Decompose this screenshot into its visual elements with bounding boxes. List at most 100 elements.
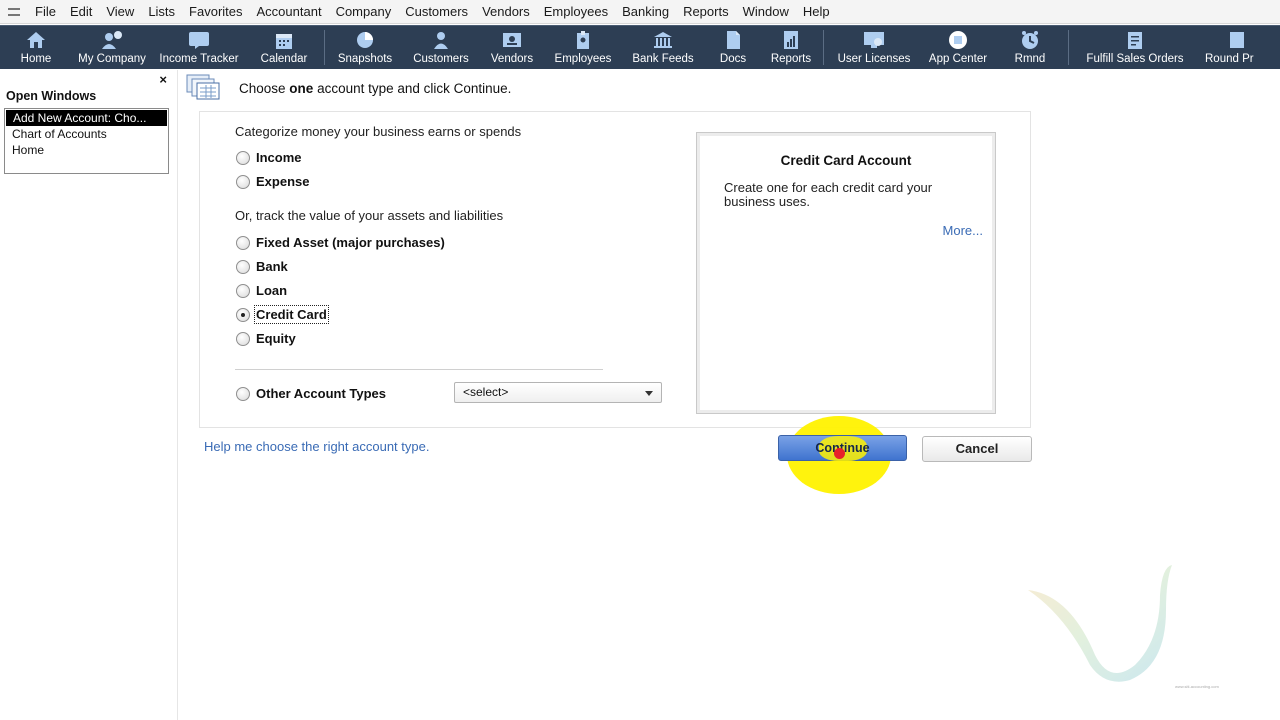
menu-employees[interactable]: Employees <box>537 0 615 24</box>
menu-edit[interactable]: Edit <box>63 0 99 24</box>
open-window-add-new-account[interactable]: Add New Account: Cho... <box>6 110 167 126</box>
dialog-instruction: Choose one account type and click Contin… <box>239 81 511 96</box>
more-link[interactable]: More... <box>943 223 983 238</box>
radio-expense-button[interactable] <box>236 174 250 189</box>
toolbar-home-button[interactable]: Home <box>0 26 72 69</box>
toolbar-bank-feeds-button[interactable]: Bank Feeds <box>621 26 705 69</box>
radio-loan[interactable]: Loan <box>236 283 287 298</box>
watermark-url: www.siti-accounting.com <box>1175 684 1219 689</box>
instruction-text-2: account type and click Continue. <box>313 81 512 96</box>
radio-fixed-asset[interactable]: Fixed Asset (major purchases) <box>236 235 445 250</box>
radio-expense-label: Expense <box>256 174 310 189</box>
menu-lists[interactable]: Lists <box>141 0 182 24</box>
open-windows-list: Add New Account: Cho... Chart of Account… <box>4 108 169 174</box>
radio-loan-button[interactable] <box>236 283 250 298</box>
radio-bank-label: Bank <box>256 259 288 274</box>
instruction-text-1: Choose <box>239 81 290 96</box>
radio-fixed-asset-label: Fixed Asset (major purchases) <box>256 235 445 250</box>
toolbar-calendar-button[interactable]: Calendar <box>246 26 322 69</box>
open-windows-pane: × Open Windows Add New Account: Cho... C… <box>0 70 178 720</box>
docs-icon <box>721 30 745 50</box>
toolbar-income-tracker-button[interactable]: Income Tracker <box>152 26 246 69</box>
radio-equity[interactable]: Equity <box>236 331 296 346</box>
toolbar-fulfill-sales-orders-button[interactable]: Fulfill Sales Orders <box>1071 26 1199 69</box>
account-description-text: Create one for each credit card your bus… <box>724 180 933 209</box>
radio-fixed-asset-button[interactable] <box>236 235 250 250</box>
account-type-panel: Categorize money your business earns or … <box>199 111 1031 428</box>
toolbar-rmnd-button[interactable]: Rmnd <box>994 26 1066 69</box>
menu-window[interactable]: Window <box>736 0 796 24</box>
toolbar-snapshots-button[interactable]: Snapshots <box>327 26 403 69</box>
help-choose-account-link[interactable]: Help me choose the right account type. <box>204 439 429 454</box>
toolbar-employees-button[interactable]: Employees <box>545 26 621 69</box>
menu-bar: File Edit View Lists Favorites Accountan… <box>0 0 1280 24</box>
icon-toolbar: Home My Company Income Tracker Calendar … <box>0 25 1280 69</box>
toolbar-separator <box>324 30 325 65</box>
menu-banking[interactable]: Banking <box>615 0 676 24</box>
radio-income-label: Income <box>256 150 302 165</box>
select-value: <select> <box>463 385 509 399</box>
customers-icon <box>429 30 453 50</box>
menu-vendors[interactable]: Vendors <box>475 0 537 24</box>
toolbar-docs-button[interactable]: Docs <box>705 26 761 69</box>
fulfill-sales-orders-icon <box>1123 30 1147 50</box>
open-window-home[interactable]: Home <box>5 142 168 158</box>
my-company-icon <box>100 30 124 50</box>
menu-reports[interactable]: Reports <box>676 0 736 24</box>
account-description-title: Credit Card Account <box>780 153 912 168</box>
open-window-chart-of-accounts[interactable]: Chart of Accounts <box>5 126 168 142</box>
toolbar-round-pr-button[interactable]: Round Pr <box>1199 26 1269 69</box>
cancel-button[interactable]: Cancel <box>922 436 1032 462</box>
menu-view[interactable]: View <box>99 0 141 24</box>
instruction-emphasis: one <box>289 81 314 96</box>
menu-help[interactable]: Help <box>796 0 837 24</box>
toolbar-my-company-button[interactable]: My Company <box>72 26 152 69</box>
reports-icon <box>779 30 803 50</box>
chevron-down-icon <box>645 391 653 396</box>
other-account-types-select[interactable]: <select> <box>454 382 662 403</box>
reminders-icon <box>1018 30 1042 50</box>
logo-watermark <box>1020 555 1210 695</box>
toolbar-reports-button[interactable]: Reports <box>761 26 821 69</box>
user-licenses-icon <box>862 30 886 50</box>
menu-company[interactable]: Company <box>329 0 399 24</box>
income-tracker-icon <box>187 30 211 50</box>
toolbar-vendors-button[interactable]: Vendors <box>479 26 545 69</box>
bank-feeds-icon <box>651 30 675 50</box>
menu-favorites[interactable]: Favorites <box>182 0 249 24</box>
menu-customers[interactable]: Customers <box>398 0 475 24</box>
radio-equity-label: Equity <box>256 331 296 346</box>
radio-bank[interactable]: Bank <box>236 259 288 274</box>
employees-icon <box>571 30 595 50</box>
calendar-icon <box>272 30 296 50</box>
radio-other-account-types-label: Other Account Types <box>256 386 387 401</box>
section-earn-spend-label: Categorize money your business earns or … <box>235 124 522 139</box>
close-pane-icon[interactable]: × <box>159 72 167 87</box>
menu-file[interactable]: File <box>28 0 63 24</box>
radio-credit-card-label: Credit Card <box>254 305 329 324</box>
open-windows-title: Open Windows <box>6 89 97 103</box>
menu-accountant[interactable]: Accountant <box>250 0 329 24</box>
radio-equity-button[interactable] <box>236 331 250 346</box>
radio-other-account-types-button[interactable] <box>236 386 250 401</box>
toolbar-separator <box>823 30 824 65</box>
radio-income-button[interactable] <box>236 150 250 165</box>
snapshots-icon <box>353 30 377 50</box>
toolbar-separator <box>1068 30 1069 65</box>
radio-expense[interactable]: Expense <box>236 174 309 189</box>
radio-loan-label: Loan <box>256 283 288 298</box>
radio-credit-card[interactable]: Credit Card <box>236 305 329 324</box>
vendors-icon <box>500 30 524 50</box>
radio-bank-button[interactable] <box>236 259 250 274</box>
toolbar-user-licenses-button[interactable]: User Licenses <box>826 26 922 69</box>
toolbar-customers-button[interactable]: Customers <box>403 26 479 69</box>
app-center-icon <box>946 30 970 50</box>
section-assets-liabilities-label: Or, track the value of your assets and l… <box>235 208 504 223</box>
radio-income[interactable]: Income <box>236 150 302 165</box>
radio-credit-card-button[interactable] <box>236 307 250 322</box>
mouse-cursor-dot <box>834 448 845 459</box>
toolbar-app-center-button[interactable]: App Center <box>922 26 994 69</box>
system-menu-icon[interactable] <box>0 0 28 24</box>
home-icon <box>24 30 48 50</box>
radio-other-account-types[interactable]: Other Account Types <box>236 386 386 401</box>
